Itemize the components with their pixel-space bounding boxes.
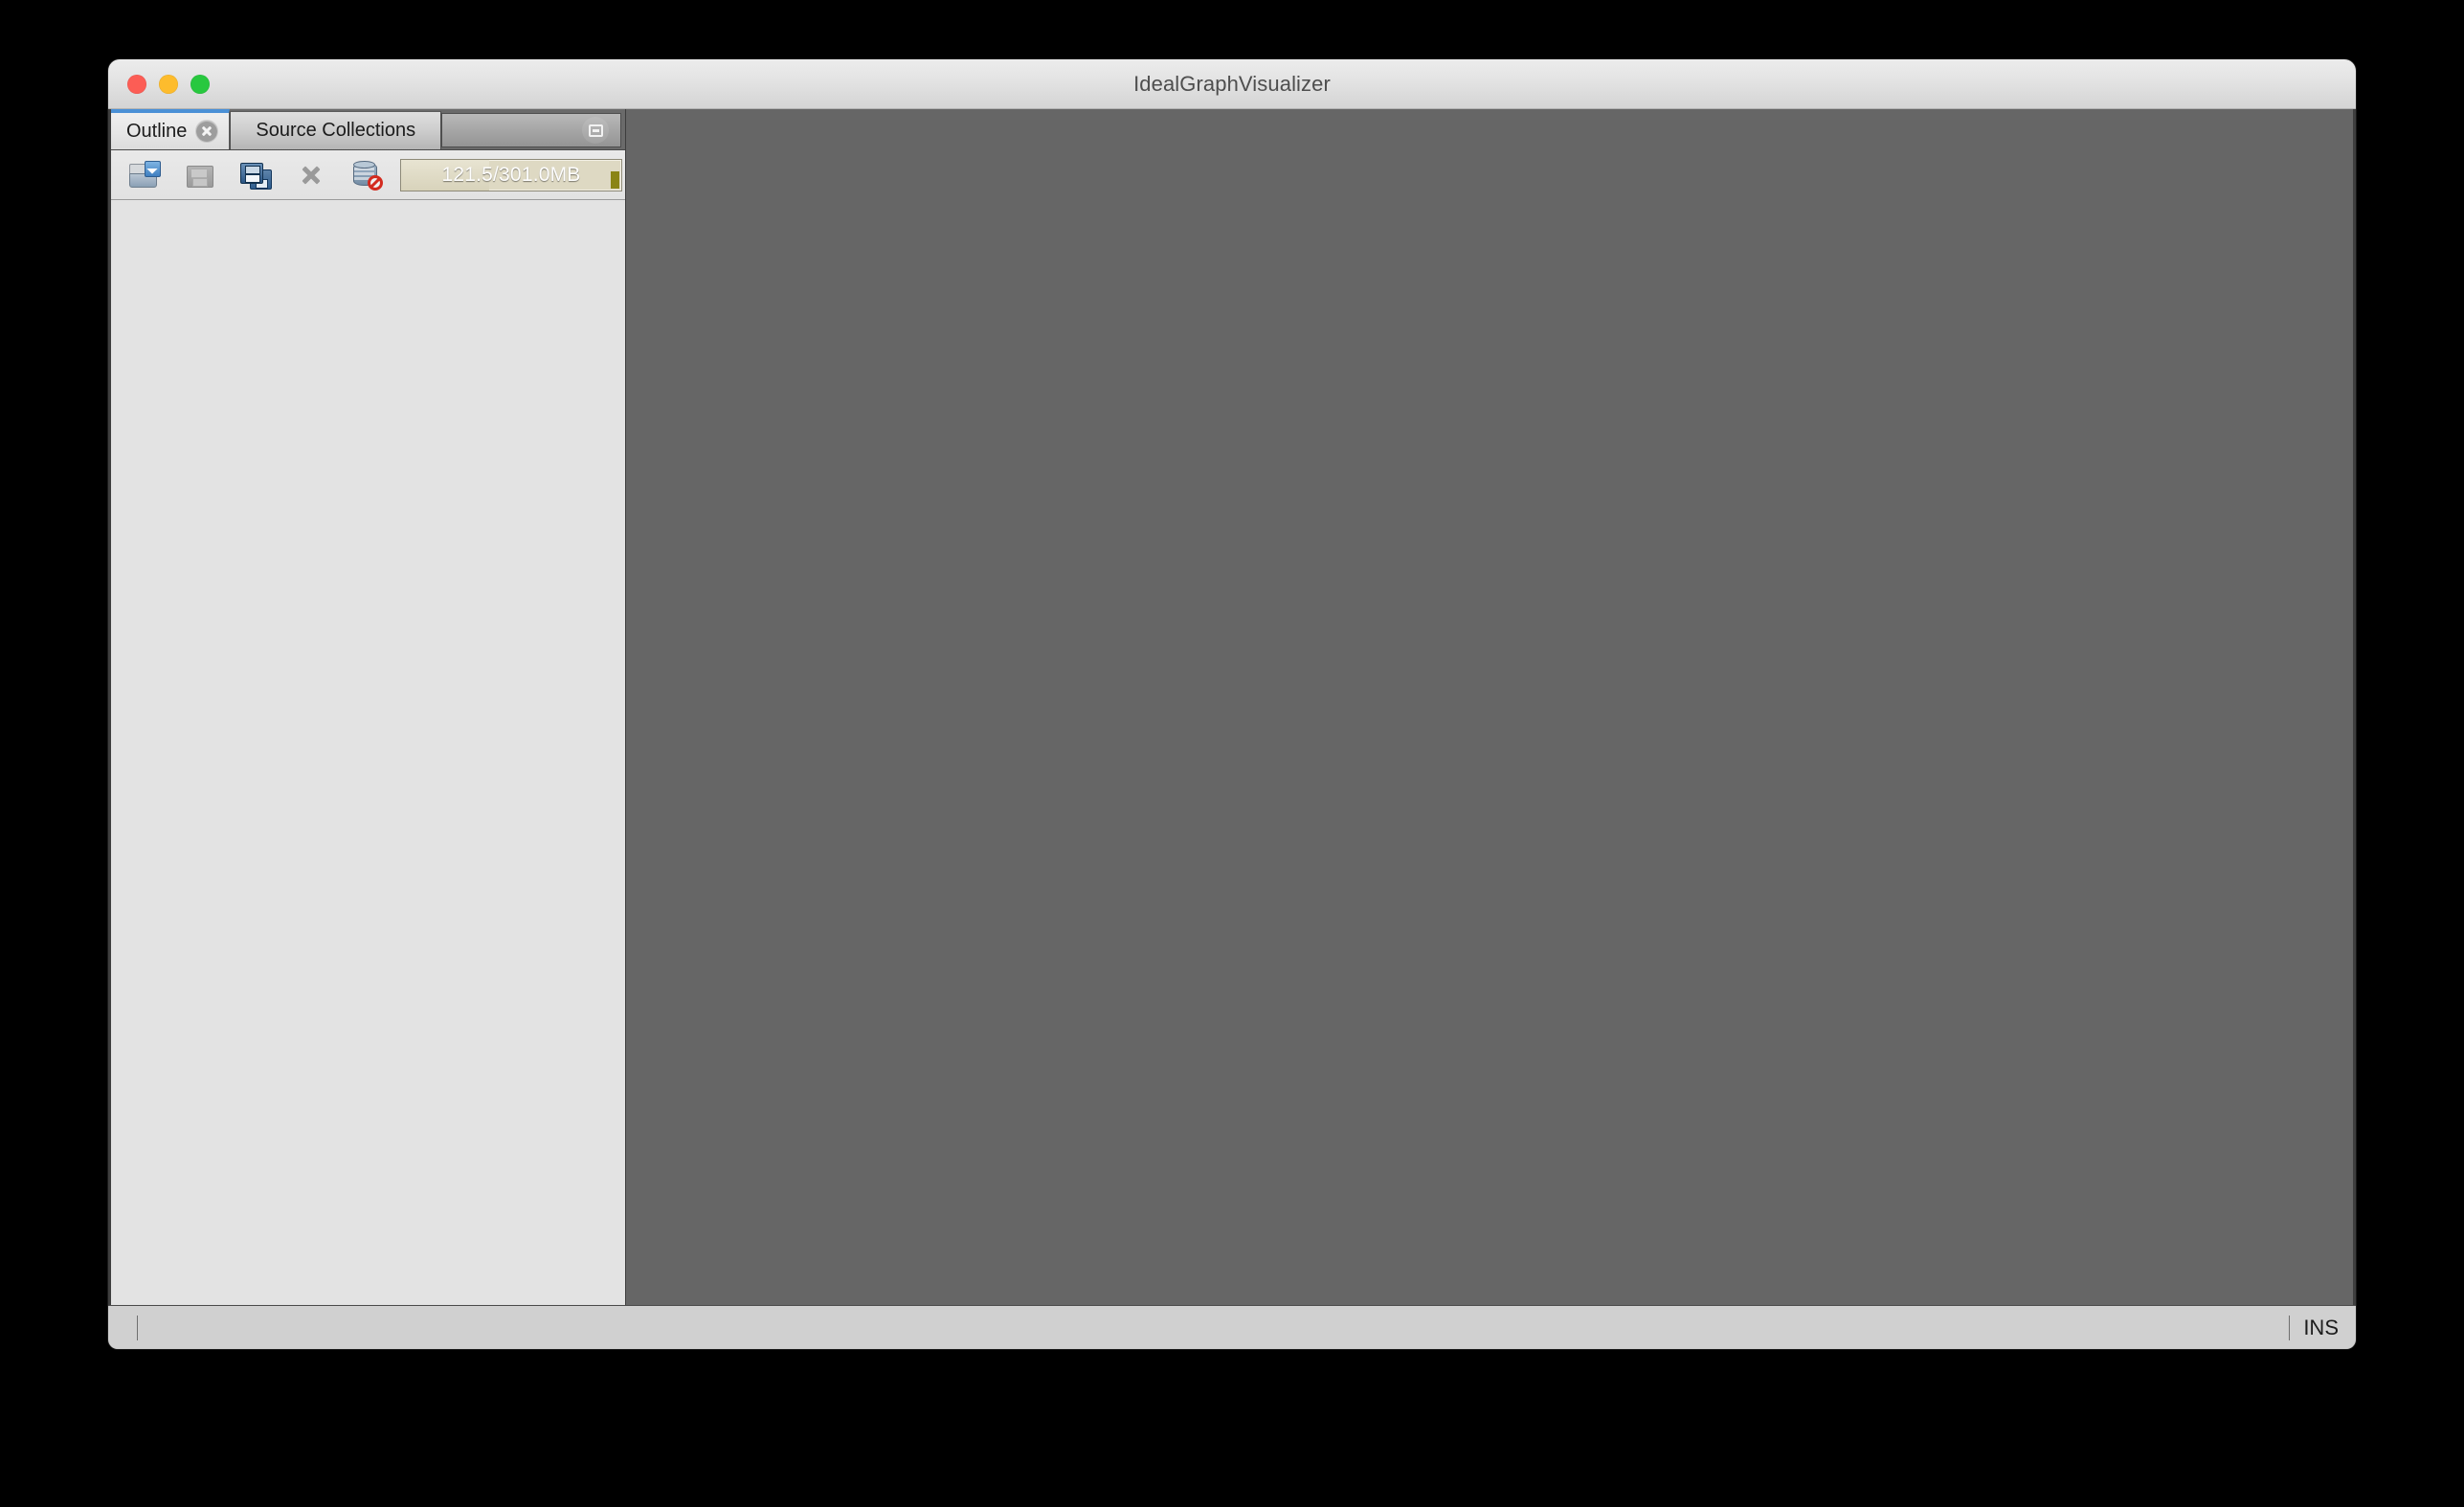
- database-disconnect-button[interactable]: [339, 154, 394, 196]
- window-body: Outline Source Collections 121.5/301.0MB…: [108, 109, 2356, 1349]
- database-disconnect-icon: [350, 160, 383, 191]
- tab-outline[interactable]: Outline: [111, 109, 231, 149]
- status-bar: INS: [108, 1305, 2356, 1349]
- dock-tab-strip: Outline Source Collections: [111, 109, 625, 150]
- open-import-icon: [128, 160, 161, 191]
- tab-source-collections-label: Source Collections: [256, 120, 416, 141]
- close-icon[interactable]: [196, 121, 218, 142]
- save-icon: [184, 160, 216, 191]
- minimize-window-glyph: [588, 124, 603, 137]
- save-button[interactable]: [172, 154, 228, 196]
- window-title: IdealGraphVisualizer: [1133, 71, 1331, 96]
- remove-icon: [295, 160, 327, 191]
- memory-gauge-label: 121.5/301.0MB: [441, 163, 581, 186]
- status-separator-left: [137, 1315, 138, 1340]
- traffic-light-buttons: [127, 59, 210, 108]
- outline-tree-area[interactable]: [111, 200, 625, 1305]
- outline-toolbar: 121.5/301.0MB: [111, 150, 625, 200]
- tab-outline-label: Outline: [126, 120, 188, 142]
- window-titlebar: IdealGraphVisualizer: [108, 59, 2356, 109]
- maximize-window-button[interactable]: [190, 74, 210, 94]
- tab-strip-filler: [441, 109, 625, 149]
- editor-area[interactable]: [626, 109, 2356, 1305]
- minimize-window-icon[interactable]: [582, 117, 609, 144]
- content-row: Outline Source Collections 121.5/301.0MB: [108, 109, 2356, 1305]
- memory-gauge[interactable]: 121.5/301.0MB: [400, 158, 622, 191]
- memory-gauge-marker: [611, 170, 619, 189]
- open-import-button[interactable]: [117, 154, 172, 196]
- tab-strip-filler-inner: [441, 113, 621, 147]
- minimize-window-button[interactable]: [159, 74, 178, 94]
- save-all-button[interactable]: [228, 154, 283, 196]
- save-all-icon: [239, 160, 272, 191]
- left-dock-panel: Outline Source Collections 121.5/301.0MB: [108, 109, 626, 1305]
- remove-button[interactable]: [283, 154, 339, 196]
- close-window-button[interactable]: [127, 74, 146, 94]
- status-insert-mode[interactable]: INS: [2290, 1316, 2356, 1340]
- tab-source-collections[interactable]: Source Collections: [230, 111, 442, 149]
- application-window: IdealGraphVisualizer Outline Source Coll…: [108, 59, 2356, 1349]
